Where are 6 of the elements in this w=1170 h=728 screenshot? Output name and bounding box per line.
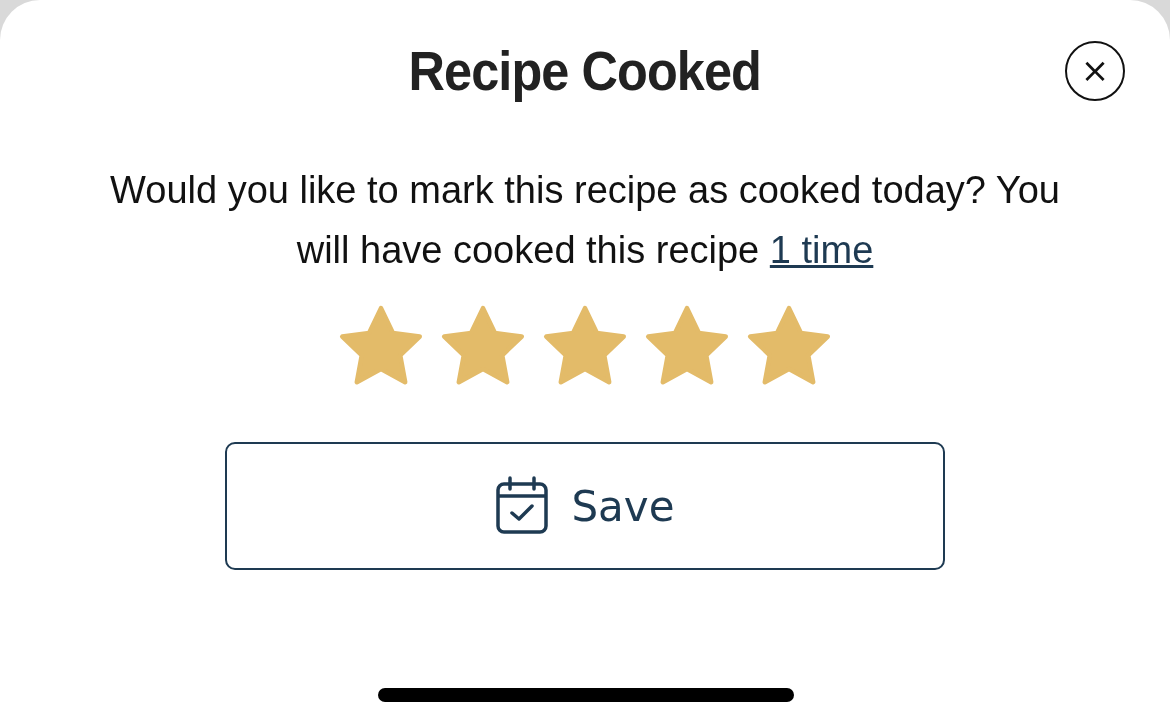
close-button[interactable]: × (1065, 41, 1125, 101)
calendar-check-icon (495, 476, 550, 536)
dialog-title: Recipe Cooked (408, 38, 762, 103)
message-text: Would you like to mark this recipe as cooked today? You will have cooked this recipe 1 time (109, 168, 1061, 273)
save-button[interactable]: Save (225, 442, 945, 570)
times-cooked-link[interactable]: 1 time (769, 229, 874, 271)
